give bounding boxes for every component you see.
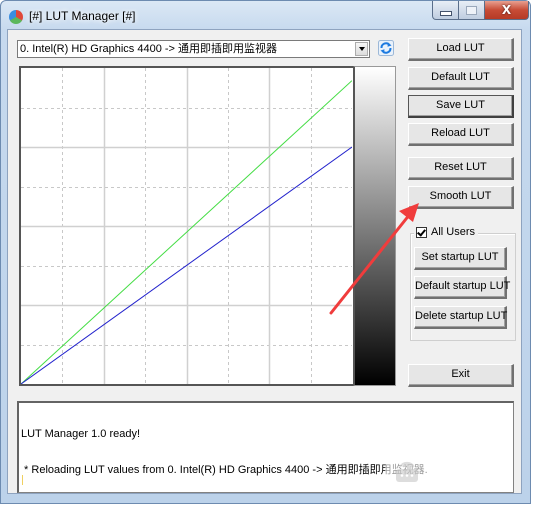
display-select[interactable]: 0. Intel(R) HD Graphics 4400 -> 通用即插即用监视… — [17, 40, 370, 58]
grayscale-gradient-bar — [353, 66, 396, 386]
dropdown-button[interactable] — [355, 42, 368, 56]
reload-lut-button[interactable]: Reload LUT — [408, 123, 514, 146]
text-caret — [22, 475, 23, 485]
reset-lut-button[interactable]: Reset LUT — [408, 157, 514, 180]
default-lut-button[interactable]: Default LUT — [408, 67, 514, 90]
curve-blue — [21, 146, 352, 384]
maximize-icon — [466, 5, 477, 15]
display-select-value: 0. Intel(R) HD Graphics 4400 -> 通用即插即用监视… — [20, 43, 278, 55]
smooth-lut-button[interactable]: Smooth LUT — [408, 186, 514, 209]
log-output[interactable]: LUT Manager 1.0 ready! * Reloading LUT v… — [17, 401, 514, 493]
close-button[interactable]: X — [485, 1, 529, 20]
save-lut-button[interactable]: Save LUT — [408, 95, 514, 118]
lut-chart — [21, 68, 352, 384]
log-line: * Reloading LUT values from 0. Intel(R) … — [21, 464, 428, 476]
load-lut-button[interactable]: Load LUT — [408, 38, 514, 61]
app-color-icon — [9, 10, 23, 24]
close-icon: X — [501, 3, 512, 17]
minimize-button[interactable] — [432, 1, 459, 20]
minimize-icon — [439, 10, 452, 16]
default-startup-lut-button[interactable]: Default startup LUT — [414, 276, 510, 299]
all-users-checkbox[interactable]: All Users — [414, 225, 479, 239]
checkbox-checked-icon[interactable] — [416, 226, 427, 238]
window-controls: X — [432, 1, 529, 21]
refresh-button[interactable] — [377, 39, 395, 57]
all-users-label: All Users — [431, 226, 476, 238]
exit-button[interactable]: Exit — [408, 364, 514, 387]
refresh-icon — [378, 40, 394, 56]
log-line: LUT Manager 1.0 ready! — [21, 428, 141, 440]
lut-curve-plot[interactable] — [19, 66, 354, 386]
curve-green — [21, 80, 352, 384]
set-startup-lut-button[interactable]: Set startup LUT — [414, 247, 507, 270]
chevron-down-icon — [358, 47, 365, 51]
title-bar[interactable]: [#] LUT Manager [#] X — [1, 1, 530, 31]
window-title: [#] LUT Manager [#] — [29, 9, 136, 23]
delete-startup-lut-button[interactable]: Delete startup LUT — [414, 306, 507, 329]
maximize-button[interactable] — [459, 1, 485, 20]
